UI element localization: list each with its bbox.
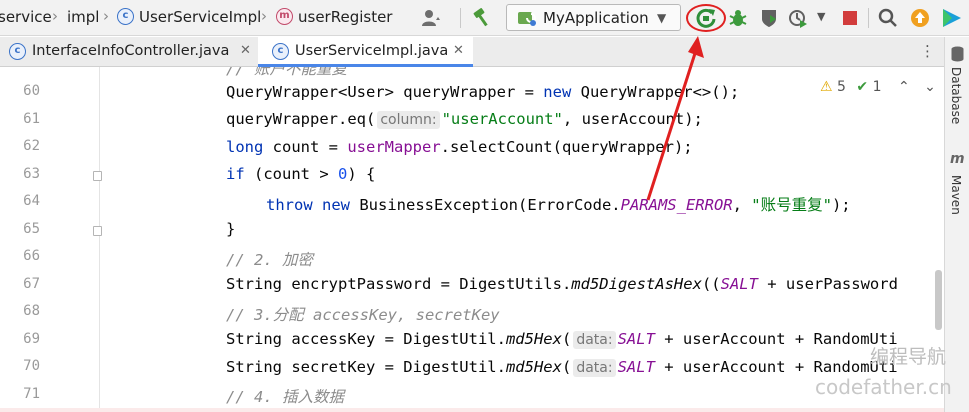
spring-app-icon xyxy=(518,12,536,26)
class-icon: c xyxy=(272,43,289,60)
code-line: // 2. 加密 xyxy=(226,251,313,269)
more-tabs-icon[interactable]: ⋮ xyxy=(920,42,935,60)
code-line: String secretKey = DigestUtil.md5Hex(dat… xyxy=(226,358,898,377)
stop-icon[interactable] xyxy=(838,6,862,30)
coverage-icon[interactable] xyxy=(757,6,781,30)
chevron-down-icon[interactable]: ▼ xyxy=(817,10,825,23)
annotation-arrow xyxy=(646,36,704,201)
search-icon[interactable] xyxy=(876,6,900,30)
code-line: String accessKey = DigestUtil.md5Hex(dat… xyxy=(226,330,898,349)
line-number: 60 xyxy=(23,83,40,99)
breadcrumb-service[interactable]: service xyxy=(0,8,52,26)
code-editor[interactable]: // 账户不能重复 QueryWrapper<User> queryWrappe… xyxy=(101,67,944,412)
maven-icon: m xyxy=(950,151,965,167)
hammer-build-icon[interactable] xyxy=(470,6,494,30)
toolbar-divider xyxy=(868,8,869,28)
breadcrumb-impl[interactable]: impl xyxy=(67,8,99,26)
chevron-up-icon[interactable]: ⌃ xyxy=(898,79,910,95)
code-line: } xyxy=(226,220,236,238)
warning-count: 5 xyxy=(837,79,846,95)
warning-icon: ⚠ xyxy=(820,79,833,95)
line-number: 67 xyxy=(23,276,40,292)
line-number-gutter: 60 61 62 63 64 65 66 67 68 69 70 71 xyxy=(0,67,102,412)
database-panel-tab[interactable]: Database xyxy=(949,67,963,124)
line-number: 64 xyxy=(23,193,40,209)
breadcrumb-separator: › xyxy=(103,7,109,25)
line-number: 63 xyxy=(23,166,40,182)
user-icon[interactable] xyxy=(419,6,443,30)
breadcrumb-separator: › xyxy=(52,7,58,25)
tab-interfaceinfocontroller[interactable]: c InterfaceInfoController.java ✕ xyxy=(0,37,258,67)
breadcrumb-method[interactable]: userRegister xyxy=(298,8,392,26)
chevron-down-icon: ▼ xyxy=(657,11,667,25)
class-icon: c xyxy=(9,43,26,60)
debug-icon[interactable] xyxy=(726,6,750,30)
tab-label: InterfaceInfoController.java xyxy=(32,43,230,59)
code-line: long count = userMapper.selectCount(quer… xyxy=(226,138,693,156)
line-number: 71 xyxy=(23,386,40,402)
plugin-icon[interactable] xyxy=(940,6,964,30)
code-line: if (count > 0) { xyxy=(226,165,376,183)
vertical-scrollbar[interactable] xyxy=(935,270,942,330)
run-configuration-selector[interactable]: MyApplication ▼ xyxy=(506,4,681,31)
tab-label: UserServiceImpl.java xyxy=(295,43,449,59)
line-number: 70 xyxy=(23,358,40,374)
parameter-hint: column: xyxy=(377,111,440,129)
right-tool-strip: Database m Maven xyxy=(944,37,969,412)
update-icon[interactable] xyxy=(908,6,932,30)
parameter-hint: data: xyxy=(573,331,616,349)
inspection-widget[interactable]: ⚠ 5 ✔ 1 ⌃ ⌄ xyxy=(820,79,936,95)
method-icon: m xyxy=(276,8,293,25)
line-number: 68 xyxy=(23,303,40,319)
code-line: // 3.分配 accessKey, secretKey xyxy=(226,306,500,324)
class-icon: c xyxy=(117,8,134,25)
parameter-hint: data: xyxy=(573,359,616,377)
breadcrumb-class[interactable]: UserServiceImpl xyxy=(139,8,261,26)
line-number: 65 xyxy=(23,221,40,237)
annotation-circle xyxy=(686,4,726,32)
close-icon[interactable]: ✕ xyxy=(240,43,251,58)
line-number: 61 xyxy=(23,111,40,127)
chevron-down-icon[interactable]: ⌄ xyxy=(924,79,936,95)
code-line: // 4. 插入数据 xyxy=(226,388,344,406)
watermark-url: codefather.cn xyxy=(815,375,952,399)
code-line: throw new BusinessException(ErrorCode.PA… xyxy=(266,196,851,214)
tab-userserviceimpl[interactable]: c UserServiceImpl.java ✕ xyxy=(258,37,473,67)
check-icon: ✔ xyxy=(856,79,869,95)
watermark-title: 编程导航 xyxy=(870,346,947,368)
close-icon[interactable]: ✕ xyxy=(453,43,464,58)
check-count: 1 xyxy=(872,79,882,95)
editor-tab-strip: c InterfaceInfoController.java ✕ c UserS… xyxy=(0,37,944,67)
code-line: String encryptPassword = DigestUtils.md5… xyxy=(226,275,898,293)
current-line-highlight xyxy=(0,408,944,412)
line-number: 66 xyxy=(23,248,40,264)
code-line: queryWrapper.eq(column: "userAccount", us… xyxy=(226,110,703,129)
profile-icon[interactable] xyxy=(786,6,810,30)
code-line: // 账户不能重复 xyxy=(226,67,347,78)
line-number: 69 xyxy=(23,331,40,347)
toolbar-divider xyxy=(460,8,461,28)
run-configuration-label: MyApplication xyxy=(543,9,649,27)
database-icon xyxy=(951,46,964,62)
maven-panel-tab[interactable]: Maven xyxy=(949,175,963,215)
line-number: 62 xyxy=(23,138,40,154)
breadcrumb-separator: › xyxy=(261,7,267,25)
navigation-bar: service › impl › c UserServiceImpl › m u… xyxy=(0,0,969,36)
